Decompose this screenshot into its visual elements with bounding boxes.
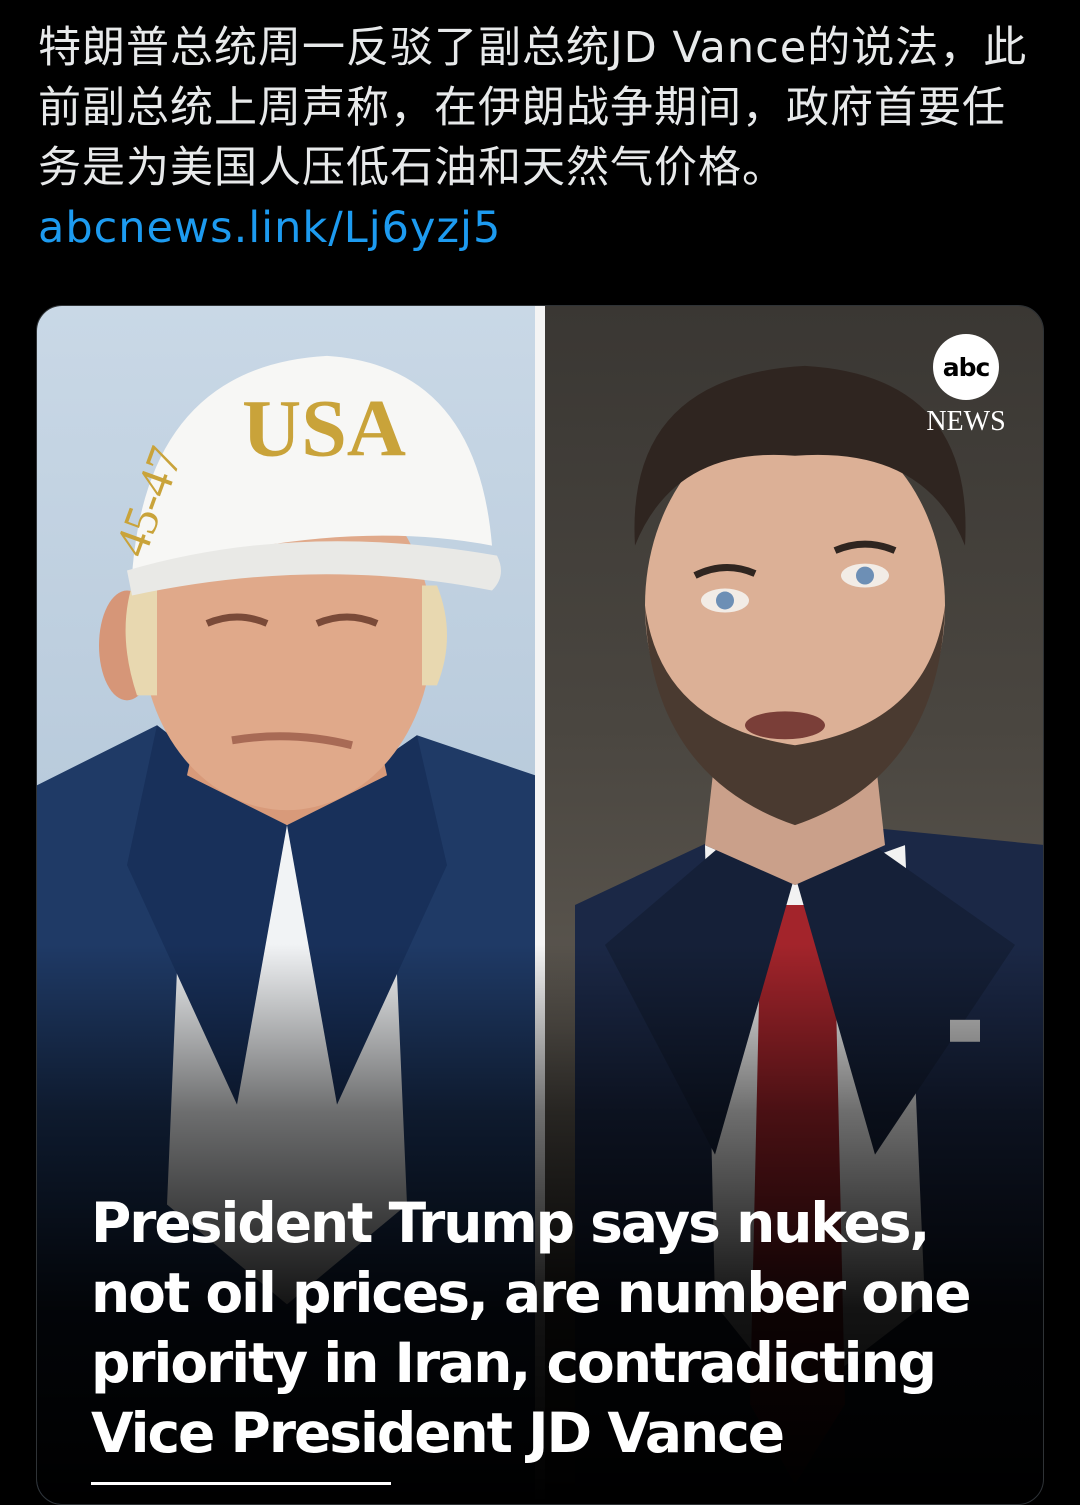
media-headline: President Trump says nukes, not oil pric… (91, 1191, 972, 1465)
abc-logo-circle: abc (933, 334, 999, 400)
abc-logo-news-text: NEWS (926, 406, 1006, 437)
tweet-link[interactable]: abcnews.link/Lj6yzj5 (38, 203, 501, 253)
abc-news-logo: abc NEWS (921, 334, 1011, 438)
media-card[interactable]: USA 45-47 abc NEWS President Trump says … (36, 305, 1044, 1505)
hat-usa-text: USA (242, 383, 406, 474)
tweet-text: 特朗普总统周一反驳了副总统JD Vance的说法，此前副总统上周声称，在伊朗战争… (38, 18, 1038, 258)
headline-underline (91, 1482, 391, 1485)
tweet-body: 特朗普总统周一反驳了副总统JD Vance的说法，此前副总统上周声称，在伊朗战争… (38, 23, 1028, 193)
